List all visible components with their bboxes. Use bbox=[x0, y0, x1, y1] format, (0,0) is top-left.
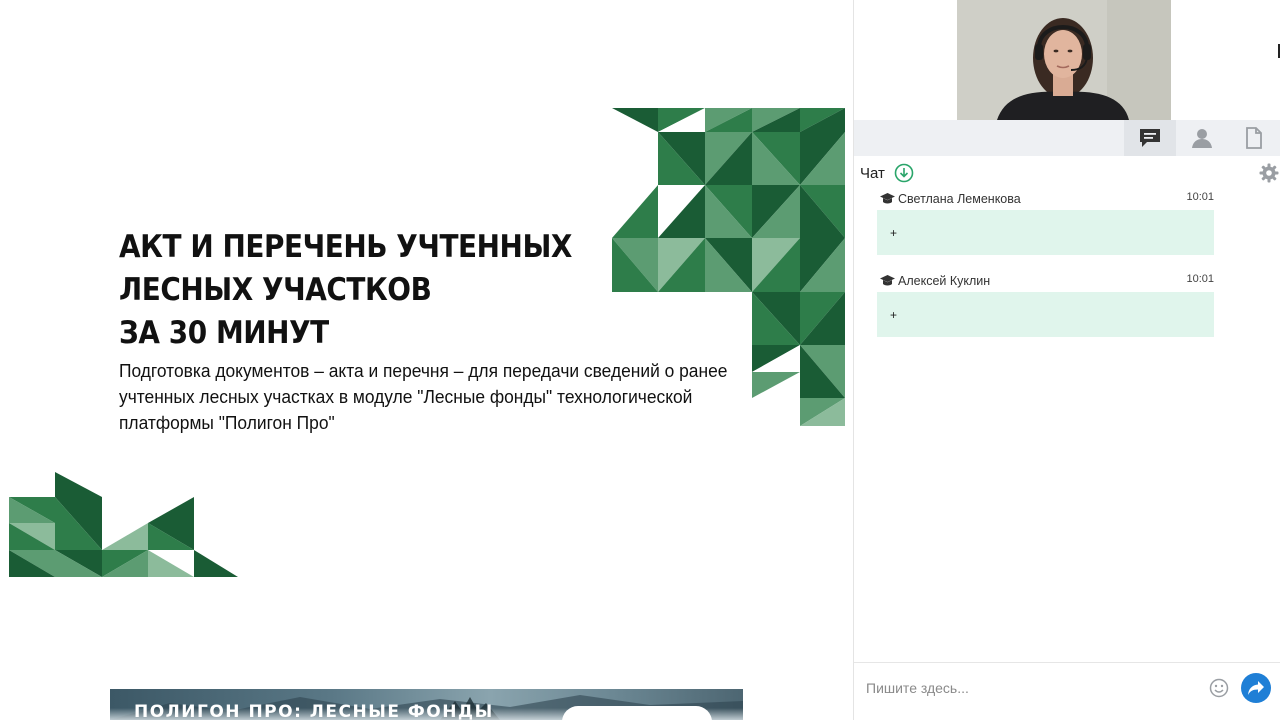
slide-title-line: АКТ И ПЕРЕЧЕНЬ УЧТЕННЫХ bbox=[119, 229, 572, 265]
slide-title-line: ЛЕСНЫХ УЧАСТКОВ bbox=[119, 272, 432, 308]
gear-icon[interactable] bbox=[1259, 163, 1279, 183]
triangle-mosaic-left bbox=[9, 472, 238, 577]
presenter-figure bbox=[957, 0, 1171, 120]
slide-subtitle-line: учтенных лесных участках в модуле "Лесны… bbox=[119, 386, 693, 407]
tab-files[interactable] bbox=[1228, 120, 1280, 156]
chat-input-bar bbox=[854, 662, 1280, 720]
video-area bbox=[854, 0, 1280, 120]
chat-message: Светлана Леменкова 10:01 + bbox=[877, 190, 1214, 255]
webcam-video[interactable] bbox=[957, 0, 1171, 120]
promo-banner[interactable]: ПОЛИГОН ПРО: ЛЕСНЫЕ ФОНДЫ bbox=[110, 689, 743, 720]
banner-text: ПОЛИГОН ПРО: ЛЕСНЫЕ ФОНДЫ bbox=[134, 702, 494, 720]
download-icon[interactable] bbox=[894, 163, 914, 183]
message-time: 10:01 bbox=[1186, 273, 1214, 285]
message-bubble: + bbox=[877, 210, 1214, 255]
message-header: Светлана Леменкова 10:01 bbox=[877, 190, 1214, 208]
message-text: + bbox=[890, 308, 898, 322]
tab-chat[interactable] bbox=[1124, 120, 1176, 156]
user-icon bbox=[1192, 129, 1212, 148]
emoji-icon[interactable] bbox=[1209, 678, 1229, 698]
message-author: Светлана Леменкова bbox=[898, 192, 1021, 206]
slide-subtitle-line: платформы "Полигон Про" bbox=[119, 412, 335, 433]
file-icon bbox=[1246, 127, 1262, 149]
message-header: Алексей Куклин 10:01 bbox=[877, 272, 1214, 290]
message-text: + bbox=[890, 226, 898, 240]
sidebar: Чат Светлана Леменкова 10:01 + Алексей К… bbox=[853, 0, 1280, 720]
slide-subtitle-line: Подготовка документов – акта и перечня –… bbox=[119, 360, 728, 381]
send-button[interactable] bbox=[1241, 673, 1271, 703]
slide: АКТ И ПЕРЕЧЕНЬ УЧТЕННЫХ ЛЕСНЫХ УЧАСТКОВ … bbox=[0, 0, 853, 680]
slide-title-line: ЗА 30 МИНУТ bbox=[119, 315, 329, 351]
chat-header: Чат bbox=[854, 160, 1280, 186]
sidebar-tabs bbox=[854, 120, 1280, 156]
chat-message: Алексей Куклин 10:01 + bbox=[877, 272, 1214, 337]
message-author: Алексей Куклин bbox=[898, 274, 991, 288]
banner-button[interactable] bbox=[562, 706, 712, 720]
slide-title: АКТ И ПЕРЕЧЕНЬ УЧТЕННЫХ ЛЕСНЫХ УЧАСТКОВ … bbox=[119, 226, 623, 355]
slide-subtitle: Подготовка документов – акта и перечня –… bbox=[119, 358, 758, 436]
chat-input[interactable] bbox=[866, 675, 1196, 701]
send-arrow-icon bbox=[1248, 681, 1264, 695]
chat-title: Чат bbox=[860, 165, 885, 182]
tab-participants[interactable] bbox=[1176, 120, 1228, 156]
presentation-area: АКТ И ПЕРЕЧЕНЬ УЧТЕННЫХ ЛЕСНЫХ УЧАСТКОВ … bbox=[0, 0, 853, 720]
message-time: 10:01 bbox=[1186, 191, 1214, 203]
message-bubble: + bbox=[877, 292, 1214, 337]
chat-icon bbox=[1140, 129, 1160, 147]
graduation-cap-icon bbox=[880, 275, 895, 286]
graduation-cap-icon bbox=[880, 193, 895, 204]
